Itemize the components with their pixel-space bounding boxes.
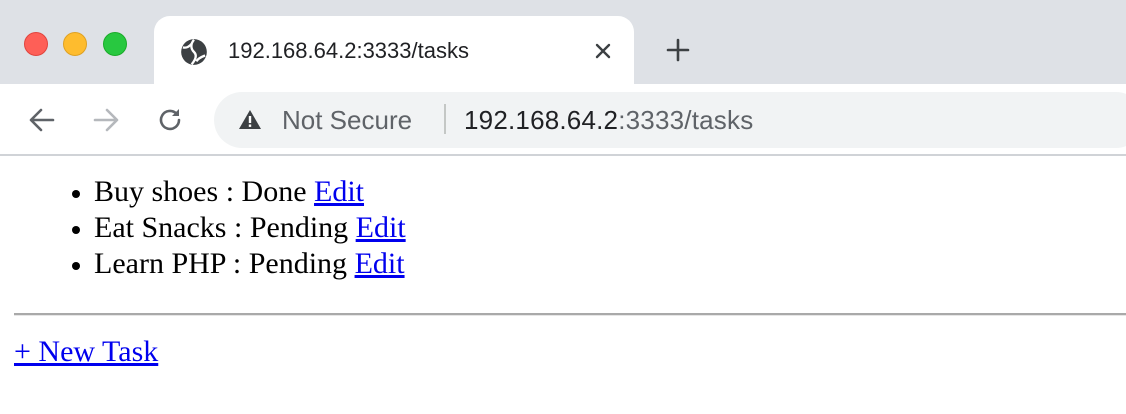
url-host: 192.168.64.2: [464, 105, 619, 135]
task-name: Buy shoes: [94, 175, 219, 208]
task-item: Eat Snacks : Pending Edit: [94, 210, 406, 246]
task-list: Buy shoes : Done Edit Eat Snacks : Pendi…: [94, 174, 406, 282]
task-separator: :: [218, 175, 242, 208]
security-status-label[interactable]: Not Secure: [282, 104, 412, 136]
task-name: Learn PHP: [94, 247, 226, 280]
reload-button[interactable]: [152, 102, 188, 138]
task-item: Learn PHP : Pending Edit: [94, 246, 406, 282]
tab-strip: 192.168.64.2:3333/tasks: [0, 0, 1126, 86]
edit-task-link[interactable]: Edit: [355, 247, 405, 280]
active-tab[interactable]: 192.168.64.2:3333/tasks: [154, 16, 634, 86]
task-status: Pending: [249, 211, 349, 244]
omnibox-divider: [444, 104, 446, 134]
close-icon: [595, 43, 611, 59]
edit-task-link[interactable]: Edit: [314, 175, 364, 208]
new-tab-button[interactable]: [660, 32, 696, 68]
zoom-window-button[interactable]: [103, 32, 127, 56]
minimize-window-button[interactable]: [63, 32, 87, 56]
url-text[interactable]: 192.168.64.2:3333/tasks: [464, 104, 753, 136]
edit-task-link[interactable]: Edit: [356, 211, 406, 244]
warning-icon[interactable]: [238, 108, 262, 132]
reload-icon: [159, 109, 181, 131]
page-content: Buy shoes : Done Edit Eat Snacks : Pendi…: [0, 158, 1126, 414]
back-button[interactable]: [24, 102, 60, 138]
task-separator: :: [225, 247, 249, 280]
arrow-left-icon: [29, 108, 55, 132]
task-item: Buy shoes : Done Edit: [94, 174, 406, 210]
task-name: Eat Snacks: [94, 211, 227, 244]
close-window-button[interactable]: [24, 32, 48, 56]
url-path: :3333/tasks: [618, 105, 754, 135]
tab-title: 192.168.64.2:3333/tasks: [228, 38, 469, 63]
new-task-link[interactable]: + New Task: [14, 334, 158, 370]
horizontal-rule: [14, 313, 1126, 316]
plus-icon: [666, 38, 690, 62]
globe-icon: [181, 38, 207, 66]
arrow-right-icon: [93, 108, 119, 132]
task-separator: :: [226, 211, 250, 244]
forward-button[interactable]: [88, 102, 124, 138]
task-status: Done: [241, 175, 307, 208]
task-status: Pending: [248, 247, 348, 280]
close-tab-button[interactable]: [588, 36, 618, 66]
browser-toolbar: Not Secure 192.168.64.2:3333/tasks: [0, 84, 1126, 156]
address-bar[interactable]: Not Secure 192.168.64.2:3333/tasks: [214, 92, 1126, 148]
